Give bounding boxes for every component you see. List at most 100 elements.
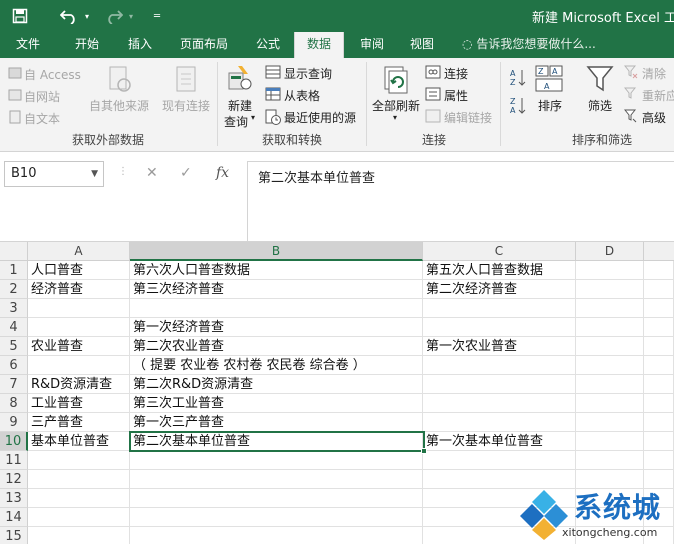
insert-function-icon[interactable]: fx <box>216 165 229 181</box>
cell-a1[interactable]: 人口普查 <box>28 261 130 280</box>
tell-me-box[interactable]: ◌ 告诉我您想要做什么... <box>462 32 596 58</box>
cell-d3[interactable] <box>576 299 644 318</box>
select-all-corner[interactable] <box>0 242 28 261</box>
redo-dropdown-icon[interactable]: ▾ <box>126 0 136 32</box>
show-queries-button[interactable]: 显示查询 <box>284 65 332 82</box>
connections-button[interactable]: 连接 <box>444 65 468 82</box>
cell-a4[interactable] <box>28 318 130 337</box>
cell-a13[interactable] <box>28 489 130 508</box>
cell-d2[interactable] <box>576 280 644 299</box>
from-table-button[interactable]: 从表格 <box>284 87 320 104</box>
row-header-2[interactable]: 2 <box>0 280 28 299</box>
filter-button[interactable]: 筛选 <box>588 97 612 114</box>
cell-b9[interactable]: 第一次三产普查 <box>130 413 423 432</box>
properties-button[interactable]: 属性 <box>444 87 468 104</box>
from-text-button[interactable]: 自文本 <box>24 110 60 127</box>
cell-c7[interactable] <box>423 375 576 394</box>
row-header-8[interactable]: 8 <box>0 394 28 413</box>
from-web-button[interactable]: 自网站 <box>24 88 60 105</box>
name-box[interactable]: B10 ▼ <box>4 161 104 187</box>
column-header-c[interactable]: C <box>423 242 576 261</box>
row-header-15[interactable]: 15 <box>0 527 28 544</box>
cell-b3[interactable] <box>130 299 423 318</box>
cell-a10[interactable]: 基本单位普查 <box>28 432 130 451</box>
cell-e5[interactable] <box>644 337 674 356</box>
cell-d6[interactable] <box>576 356 644 375</box>
row-header-7[interactable]: 7 <box>0 375 28 394</box>
row-header-13[interactable]: 13 <box>0 489 28 508</box>
cell-b4[interactable]: 第一次经济普查 <box>130 318 423 337</box>
cell-e6[interactable] <box>644 356 674 375</box>
cell-a15[interactable] <box>28 527 130 544</box>
tab-review[interactable]: 审阅 <box>352 32 392 58</box>
save-icon[interactable] <box>8 0 32 32</box>
column-header-b[interactable]: B <box>130 242 423 261</box>
clear-button[interactable]: 清除 <box>642 65 666 82</box>
row-header-1[interactable]: 1 <box>0 261 28 280</box>
cell-b8[interactable]: 第三次工业普查 <box>130 394 423 413</box>
tab-view[interactable]: 视图 <box>402 32 442 58</box>
cell-b10[interactable]: 第二次基本单位普查 <box>130 432 423 451</box>
cell-a2[interactable]: 经济普查 <box>28 280 130 299</box>
cell-d8[interactable] <box>576 394 644 413</box>
row-header-9[interactable]: 9 <box>0 413 28 432</box>
cell-b7[interactable]: 第二次R&D资源清查 <box>130 375 423 394</box>
cell-e3[interactable] <box>644 299 674 318</box>
tab-file[interactable]: 文件 <box>8 32 48 58</box>
cell-a9[interactable]: 三产普查 <box>28 413 130 432</box>
cell-a5[interactable]: 农业普查 <box>28 337 130 356</box>
cell-b13[interactable] <box>130 489 423 508</box>
formula-input[interactable]: 第二次基本单位普查 <box>247 161 674 241</box>
cell-c9[interactable] <box>423 413 576 432</box>
row-header-11[interactable]: 11 <box>0 451 28 470</box>
cell-e8[interactable] <box>644 394 674 413</box>
row-header-3[interactable]: 3 <box>0 299 28 318</box>
cancel-icon[interactable]: ✕ <box>146 165 158 181</box>
cell-e10[interactable] <box>644 432 674 451</box>
cell-a3[interactable] <box>28 299 130 318</box>
name-box-dropdown-icon[interactable]: ▼ <box>91 162 98 186</box>
cell-c4[interactable] <box>423 318 576 337</box>
cell-d9[interactable] <box>576 413 644 432</box>
tab-data[interactable]: 数据 <box>294 32 344 58</box>
cell-c11[interactable] <box>423 451 576 470</box>
undo-icon[interactable] <box>58 0 80 32</box>
cell-c1[interactable]: 第五次人口普查数据 <box>423 261 576 280</box>
cell-b6[interactable]: （ 提要 农业卷 农村卷 农民卷 综合卷 ） <box>130 356 423 375</box>
tab-formulas[interactable]: 公式 <box>248 32 288 58</box>
tab-page-layout[interactable]: 页面布局 <box>172 32 236 58</box>
tab-home[interactable]: 开始 <box>64 32 110 58</box>
from-access-button[interactable]: 自 Access <box>24 66 81 83</box>
column-header-d[interactable]: D <box>576 242 644 261</box>
column-header-e[interactable] <box>644 242 674 261</box>
cell-b15[interactable] <box>130 527 423 544</box>
row-header-6[interactable]: 6 <box>0 356 28 375</box>
cell-d1[interactable] <box>576 261 644 280</box>
cell-b5[interactable]: 第二次农业普查 <box>130 337 423 356</box>
cell-b2[interactable]: 第三次经济普查 <box>130 280 423 299</box>
row-header-10[interactable]: 10 <box>0 432 28 451</box>
cell-d7[interactable] <box>576 375 644 394</box>
undo-dropdown-icon[interactable]: ▾ <box>82 0 92 32</box>
cell-b14[interactable] <box>130 508 423 527</box>
cell-a14[interactable] <box>28 508 130 527</box>
cell-e11[interactable] <box>644 451 674 470</box>
refresh-all-button[interactable]: 全部刷新 <box>372 97 420 114</box>
recent-sources-button[interactable]: 最近使用的源 <box>284 109 356 126</box>
sort-za-icon[interactable]: ZA <box>510 96 526 119</box>
cell-b11[interactable] <box>130 451 423 470</box>
tab-insert[interactable]: 插入 <box>120 32 160 58</box>
cell-a8[interactable]: 工业普查 <box>28 394 130 413</box>
from-other-sources-button[interactable]: 自其他来源 <box>89 97 149 114</box>
cell-d10[interactable] <box>576 432 644 451</box>
edit-links-button[interactable]: 编辑链接 <box>444 109 492 126</box>
row-header-14[interactable]: 14 <box>0 508 28 527</box>
cell-b12[interactable] <box>130 470 423 489</box>
row-header-12[interactable]: 12 <box>0 470 28 489</box>
sort-az-icon[interactable]: AZ <box>510 68 526 91</box>
cell-c2[interactable]: 第二次经济普查 <box>423 280 576 299</box>
cell-c5[interactable]: 第一次农业普查 <box>423 337 576 356</box>
cell-d5[interactable] <box>576 337 644 356</box>
new-query-button[interactable]: 新建 <box>228 97 252 114</box>
cell-c3[interactable] <box>423 299 576 318</box>
